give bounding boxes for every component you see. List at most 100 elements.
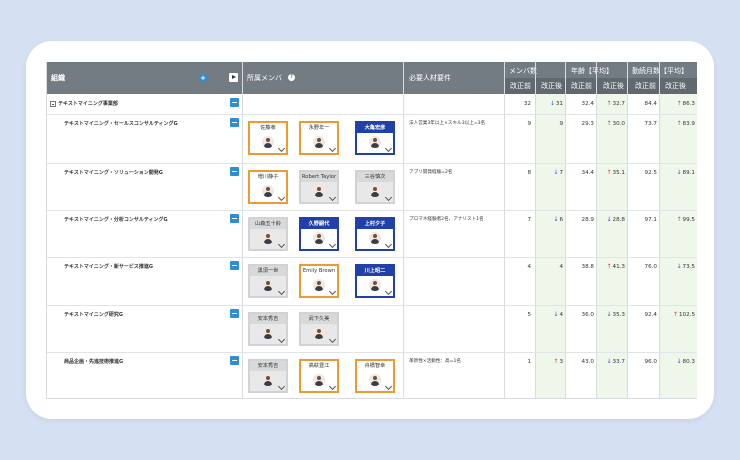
tenure-after-value: 89.1 (682, 170, 695, 176)
header-age: 年齢【平均】 (571, 67, 613, 75)
age-after: ↑30.0 (596, 120, 626, 128)
header-member-count: メンバ数 (509, 67, 537, 75)
member-name: 安本秀吉 (250, 314, 286, 324)
edit-icon[interactable] (328, 287, 337, 296)
age-before: 28.9 (566, 216, 594, 224)
member-card[interactable]: Emily Brown (299, 264, 339, 298)
member-count-before: 5 (505, 311, 531, 319)
collapse-toggle-button[interactable] (230, 261, 239, 270)
org-name: テキストマイニング・新サービス推進G (64, 264, 153, 270)
age-after-value: 30.0 (612, 121, 625, 127)
age-after-value: 28.8 (612, 217, 625, 223)
add-icon[interactable]: + (199, 74, 207, 82)
member-count-before-value: 8 (527, 170, 531, 176)
member-count-after-value: 6 (559, 217, 563, 223)
member-count-before: 1 (505, 358, 531, 366)
tenure-after-label: 改正後 (665, 82, 686, 90)
edit-icon[interactable] (384, 382, 393, 391)
collapse-toggle-button[interactable] (230, 356, 239, 365)
member-card[interactable]: 山森五十鈴 (248, 217, 288, 251)
arrow-up-icon: ↑ (676, 100, 682, 107)
member-count-before-value: 9 (527, 121, 531, 127)
expand-icon[interactable] (229, 73, 238, 82)
avatar (313, 232, 325, 244)
tenure-before-value: 76.0 (644, 264, 657, 270)
tenure-before-value: 97.1 (644, 217, 657, 223)
arrow-up-icon: ↑ (606, 263, 612, 270)
edit-icon[interactable] (277, 287, 286, 296)
arrow-up-icon: ↑ (676, 216, 682, 223)
avatar (262, 185, 274, 197)
tenure-after-value: 102.5 (678, 312, 695, 318)
member-name: Emily Brown (302, 268, 336, 274)
member-card[interactable]: 久野嗣代 (299, 217, 339, 251)
member-count-after-value: 3 (559, 359, 563, 365)
member-card[interactable]: Robert Taylor (299, 170, 339, 204)
edit-icon[interactable] (277, 382, 286, 391)
member-card[interactable]: 高萩豊江 (299, 359, 339, 393)
member-card[interactable]: 上村夕子 (355, 217, 395, 251)
collapse-toggle-button[interactable] (230, 98, 239, 107)
member-count-before: 9 (505, 120, 531, 128)
age-before: 43.0 (566, 358, 594, 366)
help-icon[interactable]: ? (288, 74, 295, 81)
edit-icon[interactable] (328, 193, 337, 202)
member-after-label: 改正後 (541, 82, 562, 90)
age-before: 38.8 (566, 263, 594, 271)
arrow-down-icon: ↓ (606, 216, 612, 223)
member-card[interactable]: 舟橋智幸 (355, 359, 395, 393)
member-count-after: ↓31 (535, 100, 563, 108)
arrow-down-icon: ↓ (676, 169, 682, 176)
member-card[interactable]: 三谷慎次 (355, 170, 395, 204)
edit-icon[interactable] (277, 335, 286, 344)
edit-icon[interactable] (328, 144, 337, 153)
edit-icon[interactable] (277, 144, 286, 153)
edit-icon[interactable] (328, 335, 337, 344)
avatar (369, 279, 381, 291)
age-before: 32.4 (566, 100, 594, 108)
age-after-value: 33.7 (612, 359, 625, 365)
member-card[interactable]: 武下久美 (299, 312, 339, 346)
required-skills: アプリ開発経験=2名 (409, 170, 453, 175)
age-before: 34.4 (566, 169, 594, 177)
edit-icon[interactable] (384, 240, 393, 249)
collapse-icon[interactable] (50, 101, 56, 107)
edit-icon[interactable] (328, 240, 337, 249)
age-after: ↓28.8 (596, 216, 626, 224)
member-card[interactable]: 佐藤孝 (248, 121, 288, 155)
arrow-down-icon: ↓ (553, 216, 559, 223)
edit-icon[interactable] (384, 193, 393, 202)
edit-icon[interactable] (277, 193, 286, 202)
collapse-toggle-button[interactable] (230, 167, 239, 176)
arrow-down-icon: ↓ (676, 358, 682, 365)
age-after: ↓33.7 (596, 358, 626, 366)
member-card[interactable]: 黒須一世 (248, 264, 288, 298)
member-name: 永野年一 (308, 125, 330, 131)
edit-icon[interactable] (384, 287, 393, 296)
tenure-before-label: 改正前 (635, 82, 656, 90)
avatar (369, 374, 381, 386)
member-card[interactable]: 川上昭二 (355, 264, 395, 298)
edit-icon[interactable] (384, 144, 393, 153)
arrow-down-icon: ↓ (606, 358, 612, 365)
avatar (262, 374, 274, 386)
member-card[interactable]: 安本秀吉 (248, 359, 288, 393)
age-after-value: 35.1 (612, 170, 625, 176)
edit-icon[interactable] (277, 240, 286, 249)
avatar (369, 136, 381, 148)
member-card[interactable]: 安本秀吉 (248, 312, 288, 346)
age-after: ↑35.1 (596, 169, 626, 177)
collapse-toggle-button[interactable] (230, 309, 239, 318)
member-card[interactable]: 大亀宏彦 (355, 121, 395, 155)
member-count-after-value: 4 (559, 312, 563, 318)
member-card[interactable]: 増川静子 (248, 170, 288, 204)
member-name: 大亀宏彦 (357, 123, 393, 133)
tenure-before: 76.0 (628, 263, 657, 271)
member-count-before-value: 5 (527, 312, 531, 318)
collapse-toggle-button[interactable] (230, 214, 239, 223)
edit-icon[interactable] (328, 382, 337, 391)
member-card[interactable]: 永野年一 (299, 121, 339, 155)
tenure-before: 97.1 (628, 216, 657, 224)
tenure-before: 96.0 (628, 358, 657, 366)
collapse-toggle-button[interactable] (230, 118, 239, 127)
